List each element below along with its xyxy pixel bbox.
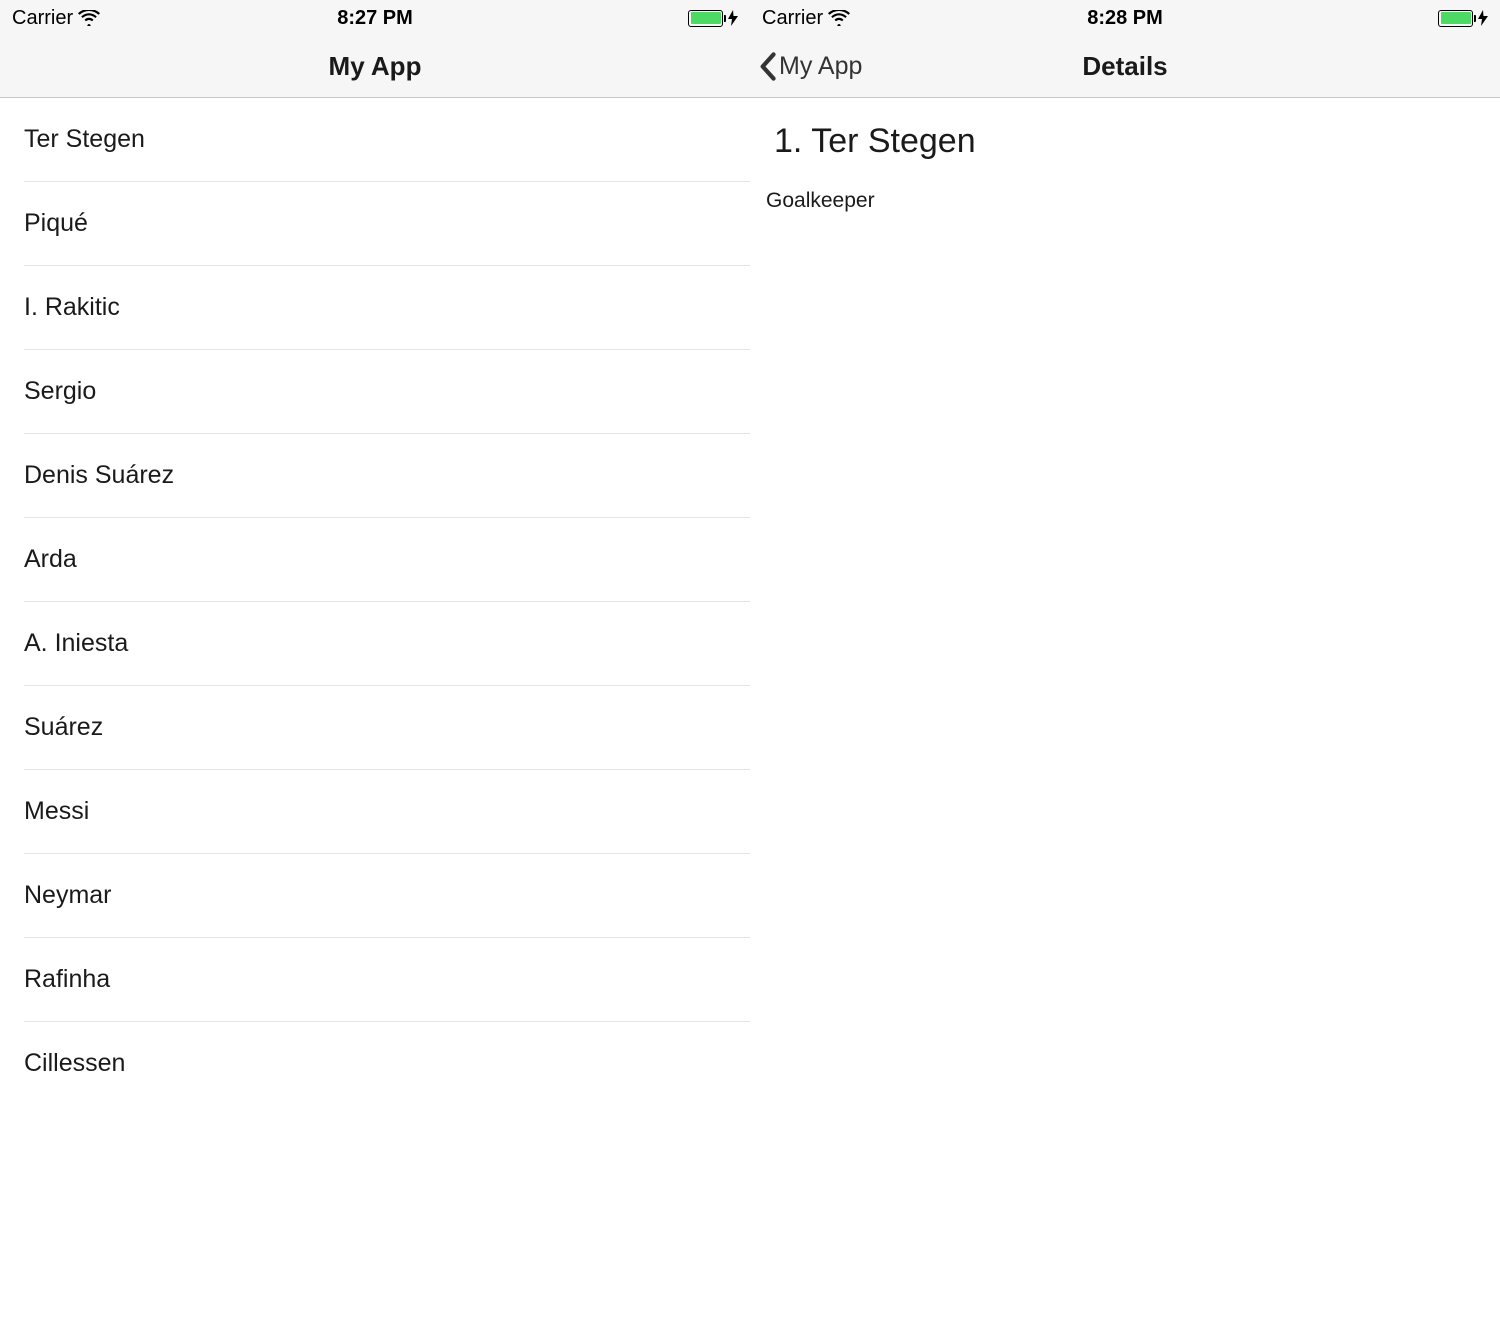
detail-subtitle: Goalkeeper bbox=[766, 189, 1476, 213]
list-item[interactable]: Sergio bbox=[24, 350, 750, 434]
detail-content: 1. Ter Stegen Goalkeeper bbox=[750, 98, 1500, 1334]
nav-title: Details bbox=[1082, 51, 1167, 82]
status-time: 8:27 PM bbox=[337, 7, 413, 30]
status-time: 8:28 PM bbox=[1087, 7, 1163, 30]
list-item-label: Cillessen bbox=[24, 1022, 750, 1105]
screen-list: Carrier 8:27 PM My App Ter Stegen Piqué … bbox=[0, 0, 750, 1334]
back-label: My App bbox=[779, 52, 862, 81]
list-item-label: Ter Stegen bbox=[24, 98, 750, 181]
list-item-label: Suárez bbox=[24, 686, 750, 769]
list-item-label: Rafinha bbox=[24, 938, 750, 1021]
list-item[interactable]: Cillessen bbox=[24, 1022, 750, 1105]
charging-bolt-icon bbox=[728, 10, 738, 26]
status-bar: Carrier 8:27 PM bbox=[0, 0, 750, 36]
list-item[interactable]: Suárez bbox=[24, 686, 750, 770]
battery-icon bbox=[688, 10, 726, 27]
list-item-label: Sergio bbox=[24, 350, 750, 433]
list-item[interactable]: Ter Stegen bbox=[24, 98, 750, 182]
status-carrier-area: Carrier bbox=[762, 7, 850, 30]
carrier-label: Carrier bbox=[762, 7, 823, 30]
screen-detail: Carrier 8:28 PM My App Details 1. Ter St… bbox=[750, 0, 1500, 1334]
back-button[interactable]: My App bbox=[758, 52, 862, 81]
list-item-label: Messi bbox=[24, 770, 750, 853]
list-item-label: I. Rakitic bbox=[24, 266, 750, 349]
list-item[interactable]: Rafinha bbox=[24, 938, 750, 1022]
status-bar: Carrier 8:28 PM bbox=[750, 0, 1500, 36]
detail-title: 1. Ter Stegen bbox=[774, 122, 1476, 161]
list-item[interactable]: Arda bbox=[24, 518, 750, 602]
status-carrier-area: Carrier bbox=[12, 7, 100, 30]
player-list[interactable]: Ter Stegen Piqué I. Rakitic Sergio Denis… bbox=[0, 98, 750, 1334]
list-item[interactable]: A. Iniesta bbox=[24, 602, 750, 686]
list-item[interactable]: Neymar bbox=[24, 854, 750, 938]
nav-bar: My App Details bbox=[750, 36, 1500, 98]
status-battery-area bbox=[1438, 10, 1488, 27]
wifi-icon bbox=[78, 10, 100, 26]
nav-title: My App bbox=[329, 51, 422, 82]
battery-icon bbox=[1438, 10, 1476, 27]
list-item-label: Arda bbox=[24, 518, 750, 601]
nav-bar: My App bbox=[0, 36, 750, 98]
list-item[interactable]: Denis Suárez bbox=[24, 434, 750, 518]
list-item-label: Neymar bbox=[24, 854, 750, 937]
list-item[interactable]: Piqué bbox=[24, 182, 750, 266]
list-item[interactable]: I. Rakitic bbox=[24, 266, 750, 350]
charging-bolt-icon bbox=[1478, 10, 1488, 26]
list-item-label: A. Iniesta bbox=[24, 602, 750, 685]
list-item-label: Piqué bbox=[24, 182, 750, 265]
list-item-label: Denis Suárez bbox=[24, 434, 750, 517]
carrier-label: Carrier bbox=[12, 7, 73, 30]
chevron-back-icon bbox=[758, 52, 777, 81]
status-battery-area bbox=[688, 10, 738, 27]
wifi-icon bbox=[828, 10, 850, 26]
list-item[interactable]: Messi bbox=[24, 770, 750, 854]
